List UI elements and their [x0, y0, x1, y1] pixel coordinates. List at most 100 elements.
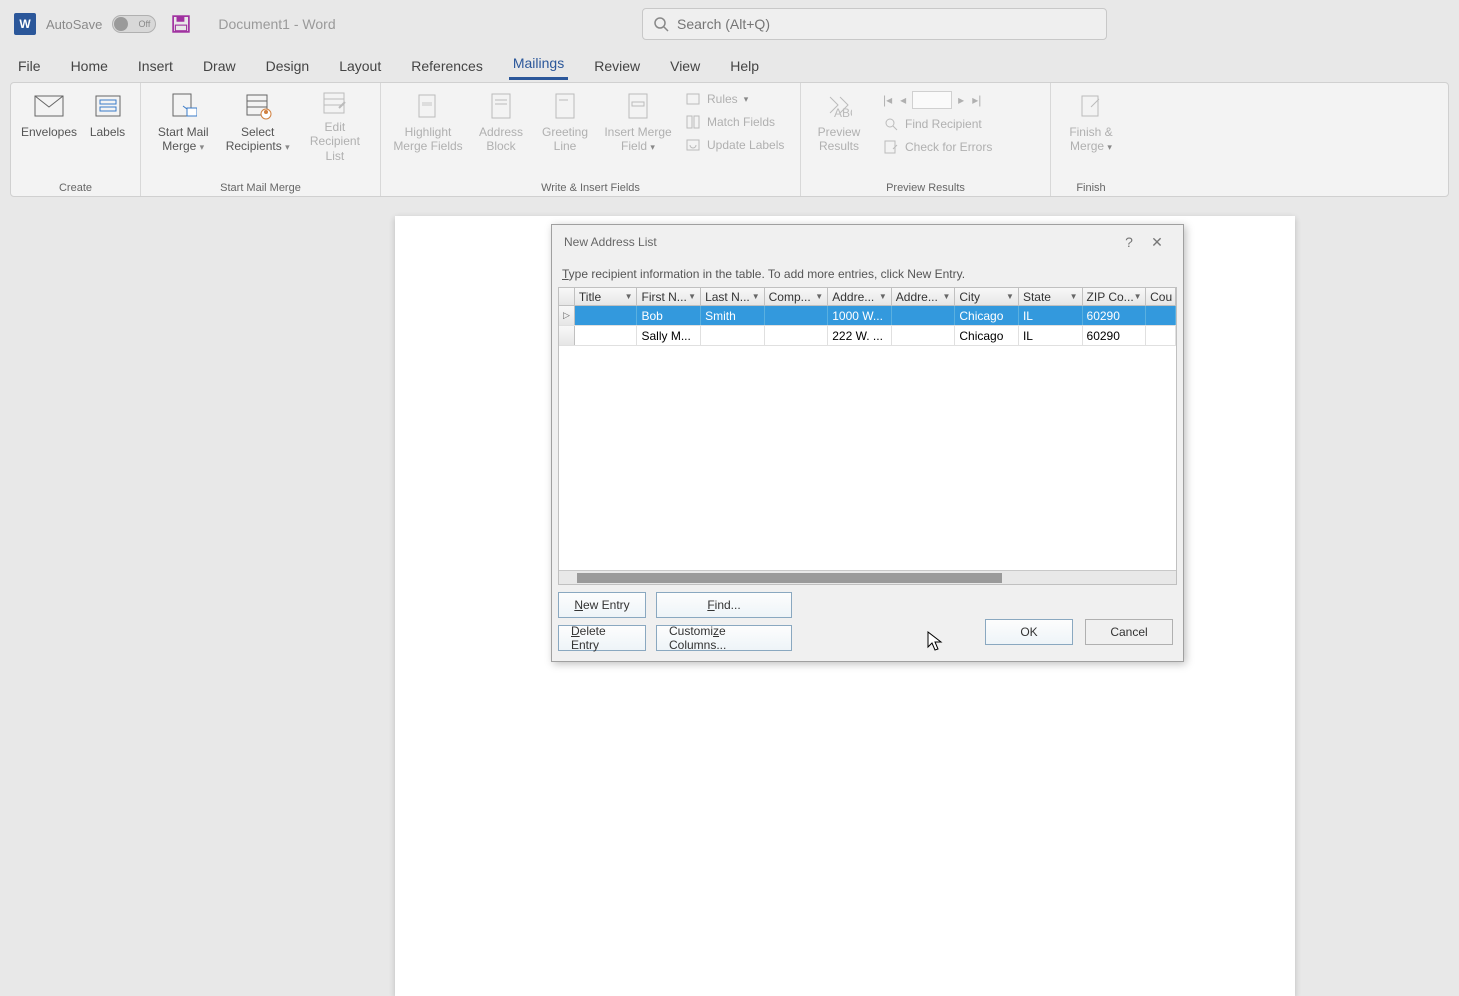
group-finish: Finish & Merge ▾ Finish [1051, 83, 1131, 196]
tab-view[interactable]: View [666, 52, 704, 80]
row-selector[interactable]: ▷ [559, 306, 575, 325]
group-write-insert-fields-label: Write & Insert Fields [389, 180, 792, 196]
cell[interactable]: IL [1019, 306, 1083, 325]
update-labels-button[interactable]: Update Labels [681, 135, 788, 155]
tab-mailings[interactable]: Mailings [509, 49, 568, 80]
find-recipient-button[interactable]: Find Recipient [879, 114, 996, 134]
cell[interactable] [1146, 326, 1176, 345]
col-city[interactable]: City▼ [955, 288, 1019, 305]
start-mail-merge-button[interactable]: Start Mail Merge ▾ [149, 87, 218, 165]
cell[interactable] [1146, 306, 1176, 325]
greeting-line-button[interactable]: Greeting Line [535, 87, 595, 165]
envelopes-button[interactable]: Envelopes [19, 87, 79, 165]
autosave-toggle[interactable]: Off [112, 15, 156, 33]
edit-recipient-list-icon [321, 89, 349, 118]
col-first-name[interactable]: First N...▼ [637, 288, 701, 305]
group-write-insert-fields: Highlight Merge Fields Address Block Gre… [381, 83, 801, 196]
tab-home[interactable]: Home [67, 52, 112, 80]
edit-recipient-list-button[interactable]: Edit Recipient List [298, 87, 372, 165]
insert-merge-field-icon [627, 89, 649, 123]
table-row[interactable]: Sally M... 222 W. ... Chicago IL 60290 [559, 326, 1176, 346]
cell[interactable]: Smith [701, 306, 765, 325]
preview-results-button[interactable]: ABC Preview Results [809, 87, 869, 165]
insert-merge-field-button[interactable]: Insert Merge Field ▾ [599, 87, 677, 165]
cell[interactable] [575, 326, 638, 345]
cell[interactable]: 222 W. ... [828, 326, 892, 345]
next-record-button[interactable]: ▸ [956, 91, 966, 109]
select-recipients-button[interactable]: Select Recipients ▾ [222, 87, 294, 165]
group-start-mail-merge: Start Mail Merge ▾ Select Recipients ▾ E… [141, 83, 381, 196]
tab-review[interactable]: Review [590, 52, 644, 80]
find-button[interactable]: Find... [656, 592, 792, 618]
start-mail-merge-icon [169, 89, 197, 123]
horizontal-scrollbar[interactable] [559, 570, 1176, 584]
new-entry-button[interactable]: New Entry [558, 592, 646, 618]
col-country[interactable]: Cou [1146, 288, 1176, 305]
cell[interactable]: IL [1019, 326, 1083, 345]
cell[interactable]: Bob [637, 306, 701, 325]
col-title[interactable]: Title▼ [575, 288, 638, 305]
tab-references[interactable]: References [407, 52, 487, 80]
dialog-close-button[interactable]: ✕ [1143, 228, 1171, 256]
cell[interactable]: Chicago [955, 326, 1019, 345]
tab-layout[interactable]: Layout [335, 52, 385, 80]
address-block-button[interactable]: Address Block [471, 87, 531, 165]
highlight-merge-fields-button[interactable]: Highlight Merge Fields [389, 87, 467, 165]
dialog-titlebar[interactable]: New Address List ? ✕ [552, 225, 1183, 259]
labels-button[interactable]: Labels [83, 87, 132, 165]
grid-corner[interactable] [559, 288, 575, 305]
col-address1[interactable]: Addre...▼ [828, 288, 892, 305]
col-zip[interactable]: ZIP Co...▼ [1083, 288, 1147, 305]
cell[interactable] [765, 306, 829, 325]
address-grid[interactable]: Title▼ First N...▼ Last N...▼ Comp...▼ A… [558, 287, 1177, 585]
match-fields-button[interactable]: Match Fields [681, 112, 788, 132]
group-finish-label: Finish [1059, 180, 1123, 196]
last-record-button[interactable]: ▸| [970, 91, 983, 109]
cell[interactable] [765, 326, 829, 345]
select-recipients-label: Select Recipients ▾ [224, 125, 292, 154]
customize-columns-button[interactable]: Customize Columns... [656, 625, 792, 651]
tab-insert[interactable]: Insert [134, 52, 177, 80]
prev-record-button[interactable]: ◂ [898, 91, 908, 109]
col-last-name[interactable]: Last N...▼ [701, 288, 765, 305]
tab-draw[interactable]: Draw [199, 52, 240, 80]
dialog-title: New Address List [564, 235, 657, 249]
search-input[interactable] [677, 16, 1096, 32]
cell[interactable]: Chicago [955, 306, 1019, 325]
record-number-input[interactable] [912, 91, 952, 109]
first-record-button[interactable]: |◂ [881, 91, 894, 109]
tab-design[interactable]: Design [262, 52, 314, 80]
cell[interactable]: 1000 W... [828, 306, 892, 325]
preview-results-icon: ABC [826, 89, 852, 123]
cancel-button[interactable]: Cancel [1085, 619, 1173, 645]
rules-button[interactable]: Rules ▾ [681, 89, 788, 109]
grid-header-row: Title▼ First N...▼ Last N...▼ Comp...▼ A… [559, 288, 1176, 306]
search-box[interactable] [642, 8, 1107, 40]
cell[interactable]: 60290 [1083, 306, 1147, 325]
greeting-line-label: Greeting Line [537, 125, 593, 154]
cell[interactable]: Sally M... [637, 326, 701, 345]
search-icon [653, 16, 669, 32]
table-row[interactable]: ▷ Bob Smith 1000 W... Chicago IL 60290 [559, 306, 1176, 326]
dialog-help-button[interactable]: ? [1115, 228, 1143, 256]
ribbon-tabs: File Home Insert Draw Design Layout Refe… [0, 48, 1459, 80]
col-address2[interactable]: Addre...▼ [892, 288, 956, 305]
delete-entry-button[interactable]: Delete Entry [558, 625, 646, 651]
row-selector[interactable] [559, 326, 575, 345]
scrollbar-thumb[interactable] [577, 573, 1002, 583]
tab-help[interactable]: Help [726, 52, 763, 80]
tab-file[interactable]: File [14, 52, 45, 80]
col-company[interactable]: Comp...▼ [765, 288, 829, 305]
cell[interactable] [701, 326, 765, 345]
check-for-errors-button[interactable]: Check for Errors [879, 137, 996, 157]
insert-merge-field-label: Insert Merge Field ▾ [601, 125, 675, 154]
cell[interactable] [892, 326, 956, 345]
save-icon[interactable] [172, 15, 190, 33]
ok-button[interactable]: OK [985, 619, 1073, 645]
cell[interactable]: 60290 [1083, 326, 1147, 345]
finish-merge-button[interactable]: Finish & Merge ▾ [1059, 87, 1123, 165]
cell[interactable] [892, 306, 956, 325]
col-state[interactable]: State▼ [1019, 288, 1083, 305]
autosave-label: AutoSave [46, 17, 102, 32]
cell[interactable] [575, 306, 638, 325]
